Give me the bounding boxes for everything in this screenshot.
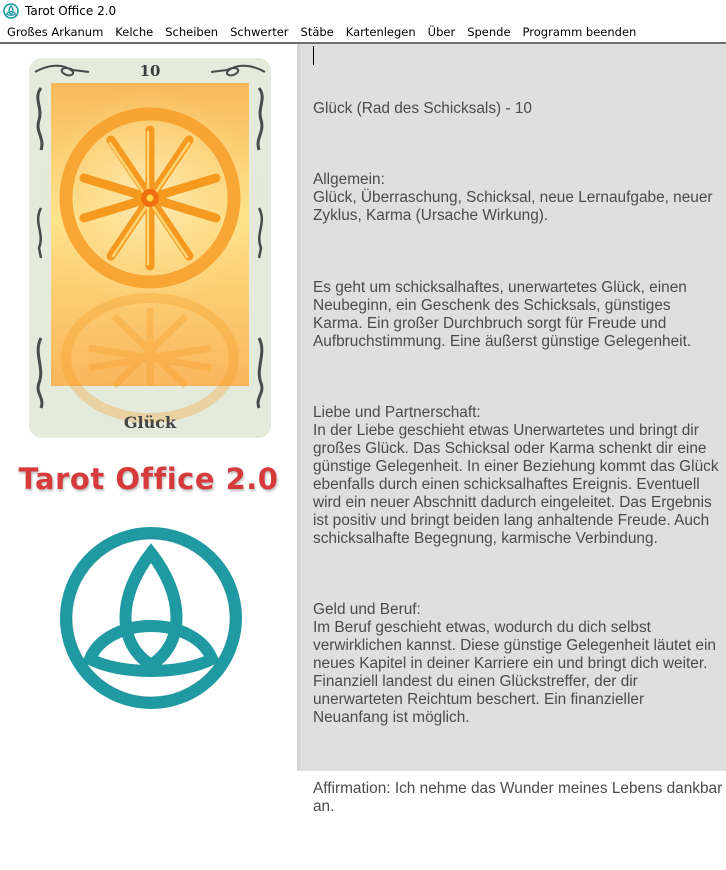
reading-text: Glück (Rad des Schicksals) - 10 Allgemei… (313, 64, 723, 870)
menu-item-grosses-arkanum[interactable]: Großes Arkanum (0, 22, 109, 42)
section-text: Im Beruf geschieht etwas, wodurch du dic… (313, 619, 721, 726)
reading-section-money: Geld und Beruf: Im Beruf geschieht etwas,… (313, 601, 723, 726)
menu-bar: Großes Arkanum Kelche Scheiben Schwerter… (0, 22, 726, 44)
menu-item-kartenlegen[interactable]: Kartenlegen (340, 22, 422, 42)
triquetra-icon (58, 525, 244, 711)
section-text: Es geht um schicksalhaftes, unerwartetes… (313, 278, 692, 350)
menu-item-staebe[interactable]: Stäbe (295, 22, 340, 42)
card-frame (29, 58, 271, 438)
reading-section-description: Es geht um schicksalhaftes, unerwartetes… (313, 279, 723, 351)
section-heading: Geld und Beruf: (313, 601, 421, 619)
reading-section-affirmation: Affirmation: Ich nehme das Wunder meines… (313, 780, 723, 816)
section-heading: Allgemein: (313, 171, 385, 189)
section-heading: Liebe und Partnerschaft: (313, 404, 481, 422)
brand-title: Tarot Office 2.0 (18, 462, 279, 496)
card-number: 10 (139, 62, 161, 80)
section-text: Affirmation: Ich nehme das Wunder meines… (313, 780, 723, 816)
title-bar: Tarot Office 2.0 (0, 0, 726, 22)
window-title: Tarot Office 2.0 (25, 4, 117, 18)
reading-title: Glück (Rad des Schicksals) - 10 (313, 99, 532, 117)
menu-item-ueber[interactable]: Über (422, 22, 462, 42)
wheel-of-fortune-icon (59, 107, 241, 289)
text-caret (313, 46, 314, 65)
reading-section-general: Allgemein: Glück, Überraschung, Schicksal… (313, 171, 723, 225)
menu-item-spende[interactable]: Spende (461, 22, 516, 42)
triquetra-icon (3, 3, 19, 19)
section-text: Glück, Überraschung, Schicksal, neue Ler… (313, 189, 717, 225)
reading-textarea[interactable]: Glück (Rad des Schicksals) - 10 Allgemei… (297, 44, 726, 815)
menu-item-kelche[interactable]: Kelche (109, 22, 159, 42)
tarot-card: 10 Glück (29, 58, 271, 438)
menu-item-scheiben[interactable]: Scheiben (159, 22, 224, 42)
card-name: Glück (123, 413, 177, 432)
menu-item-programm-beenden[interactable]: Programm beenden (517, 22, 643, 42)
section-text: In der Liebe geschieht etwas Unerwartete… (313, 422, 723, 547)
reading-section-love: Liebe und Partnerschaft: In der Liebe ges… (313, 404, 723, 547)
menu-item-schwerter[interactable]: Schwerter (224, 22, 294, 42)
